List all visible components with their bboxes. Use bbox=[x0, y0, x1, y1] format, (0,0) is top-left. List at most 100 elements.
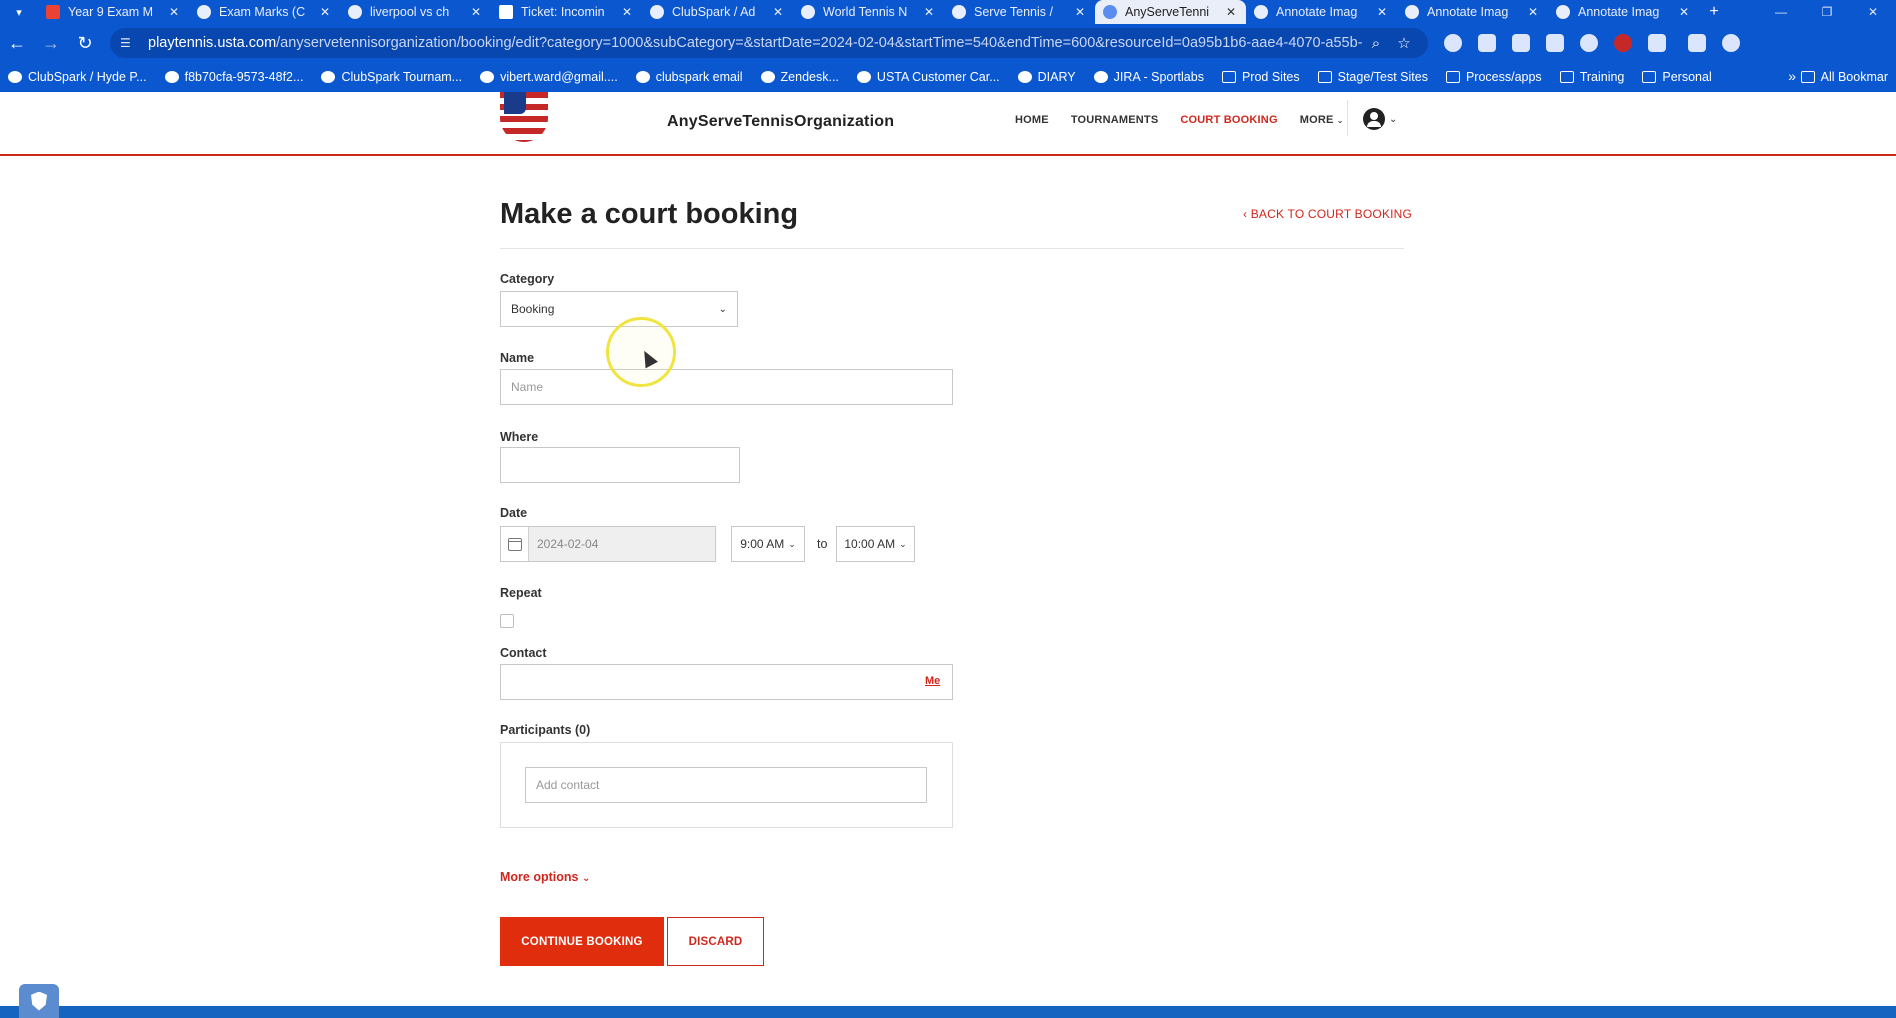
bookmark-label: All Bookmar bbox=[1820, 70, 1888, 84]
start-time-select[interactable]: 9:00 AM ⌄ bbox=[731, 526, 805, 562]
extension-icon[interactable] bbox=[1546, 34, 1564, 52]
bookmark-folder[interactable]: Stage/Test Sites bbox=[1317, 70, 1428, 84]
close-icon[interactable]: ✕ bbox=[318, 5, 332, 19]
organization-name[interactable]: AnyServeTennisOrganization bbox=[667, 113, 894, 131]
side-panel-icon[interactable] bbox=[1688, 34, 1706, 52]
user-menu[interactable]: ⌄ bbox=[1363, 108, 1397, 130]
nav-home[interactable]: HOME bbox=[1015, 114, 1049, 126]
tab-title: liverpool vs ch bbox=[370, 5, 450, 19]
where-input[interactable] bbox=[500, 447, 740, 483]
extension-icon[interactable] bbox=[1614, 34, 1632, 52]
browser-tab[interactable]: Serve Tennis / ✕ bbox=[944, 0, 1095, 24]
back-to-court-booking-link[interactable]: ‹ BACK TO COURT BOOKING bbox=[1243, 207, 1412, 221]
close-icon[interactable]: ✕ bbox=[469, 5, 483, 19]
calendar-button[interactable] bbox=[501, 527, 529, 561]
nav-court-booking[interactable]: COURT BOOKING bbox=[1180, 114, 1277, 126]
close-icon[interactable]: ✕ bbox=[1073, 5, 1087, 19]
add-contact-input[interactable]: Add contact bbox=[525, 767, 927, 803]
extension-icon[interactable] bbox=[1444, 34, 1462, 52]
zoom-icon[interactable]: ⌕ bbox=[1362, 35, 1390, 52]
divider bbox=[500, 248, 1404, 249]
organization-logo[interactable] bbox=[500, 92, 548, 142]
folder-icon bbox=[1221, 71, 1236, 83]
folder-icon bbox=[1317, 71, 1332, 83]
end-time-select[interactable]: 10:00 AM ⌄ bbox=[836, 526, 915, 562]
bookmark-item[interactable]: vibert.ward@gmail.... bbox=[480, 70, 618, 84]
address-bar[interactable]: ☰ playtennis.usta.com /anyservetennisorg… bbox=[110, 28, 1428, 58]
minimize-icon[interactable]: — bbox=[1758, 5, 1804, 19]
back-icon[interactable]: ← bbox=[0, 33, 34, 54]
continue-booking-button[interactable]: CONTINUE BOOKING bbox=[500, 917, 664, 966]
close-icon[interactable]: ✕ bbox=[771, 5, 785, 19]
close-icon[interactable]: ✕ bbox=[922, 5, 936, 19]
new-tab-button[interactable]: + bbox=[1699, 3, 1729, 21]
site-icon bbox=[8, 71, 22, 83]
extension-icons bbox=[1436, 34, 1748, 52]
more-options-toggle[interactable]: More options ⌄ bbox=[500, 870, 590, 884]
repeat-checkbox[interactable] bbox=[500, 614, 514, 628]
more-bookmarks-button[interactable]: » bbox=[1788, 68, 1796, 84]
close-icon[interactable]: ✕ bbox=[1224, 5, 1238, 19]
folder-icon bbox=[1642, 71, 1657, 83]
reload-icon[interactable]: ↻ bbox=[68, 33, 102, 54]
tab-title: Annotate Imag bbox=[1276, 5, 1358, 19]
nav-tournaments[interactable]: TOURNAMENTS bbox=[1071, 114, 1159, 126]
browser-tab[interactable]: Annotate Imag ✕ bbox=[1246, 0, 1397, 24]
bookmark-folder[interactable]: Personal bbox=[1642, 70, 1712, 84]
chrome-icon bbox=[1556, 5, 1570, 19]
bookmark-item[interactable]: JIRA - Sportlabs bbox=[1093, 70, 1204, 84]
browser-tab-active[interactable]: AnyServeTenni ✕ bbox=[1095, 0, 1246, 24]
discard-button[interactable]: DISCARD bbox=[667, 917, 764, 966]
browser-tab[interactable]: World Tennis N ✕ bbox=[793, 0, 944, 24]
restore-icon[interactable]: ❐ bbox=[1804, 5, 1850, 19]
browser-tab-strip: ▾ Year 9 Exam M ✕ Exam Marks (C ✕ liverpoo… bbox=[0, 0, 1896, 24]
nav-more[interactable]: MORE ⌄ bbox=[1300, 114, 1344, 126]
browser-tab[interactable]: Exam Marks (C ✕ bbox=[189, 0, 340, 24]
bookmark-item[interactable]: ClubSpark / Hyde P... bbox=[8, 70, 147, 84]
browser-tab[interactable]: ClubSpark / Ad ✕ bbox=[642, 0, 793, 24]
tab-title: Annotate Imag bbox=[1578, 5, 1660, 19]
category-select[interactable]: Booking ⌄ bbox=[500, 291, 738, 327]
bookmark-item[interactable]: USTA Customer Car... bbox=[856, 70, 1000, 84]
browser-tab[interactable]: Year 9 Exam M ✕ bbox=[38, 0, 189, 24]
browser-tab[interactable]: Annotate Imag ✕ bbox=[1548, 0, 1699, 24]
profile-icon[interactable] bbox=[1722, 34, 1740, 52]
close-window-icon[interactable]: ✕ bbox=[1850, 5, 1896, 19]
me-link[interactable]: Me bbox=[925, 675, 940, 687]
bookmark-item[interactable]: DIARY bbox=[1017, 70, 1076, 84]
close-icon[interactable]: ✕ bbox=[620, 5, 634, 19]
bookmark-star-icon[interactable]: ☆ bbox=[1390, 34, 1418, 52]
browser-tab[interactable]: liverpool vs ch ✕ bbox=[340, 0, 491, 24]
browser-tab[interactable]: Annotate Imag ✕ bbox=[1397, 0, 1548, 24]
close-icon[interactable]: ✕ bbox=[1526, 5, 1540, 19]
bookmark-folder[interactable]: Process/apps bbox=[1445, 70, 1542, 84]
bookmark-item[interactable]: clubspark email bbox=[635, 70, 743, 84]
bookmark-item[interactable]: f8b70cfa-9573-48f2... bbox=[164, 70, 303, 84]
privacy-shield-button[interactable] bbox=[19, 984, 59, 1018]
name-input[interactable]: Name bbox=[500, 369, 953, 405]
tab-search-button[interactable]: ▾ bbox=[0, 0, 38, 24]
extension-icon[interactable] bbox=[1478, 34, 1496, 52]
bookmark-item[interactable]: ClubSpark Tournam... bbox=[321, 70, 462, 84]
category-value: Booking bbox=[511, 302, 555, 316]
chevron-down-icon: ⌄ bbox=[581, 873, 591, 884]
bookmark-label: vibert.ward@gmail.... bbox=[500, 70, 618, 84]
extension-icon[interactable] bbox=[1512, 34, 1530, 52]
browser-tab[interactable]: Ticket: Incomin ✕ bbox=[491, 0, 642, 24]
extension-icon[interactable] bbox=[1580, 34, 1598, 52]
bookmark-folder[interactable]: Training bbox=[1559, 70, 1624, 84]
all-bookmarks-button[interactable]: All Bookmar bbox=[1800, 70, 1888, 84]
bookmark-item[interactable]: Zendesk... bbox=[760, 70, 839, 84]
puzzle-icon[interactable] bbox=[1648, 34, 1666, 52]
bookmarks-bar: ClubSpark / Hyde P... f8b70cfa-9573-48f2… bbox=[0, 62, 1896, 92]
contact-input[interactable] bbox=[500, 664, 953, 700]
where-label: Where bbox=[500, 430, 539, 444]
date-input[interactable]: 2024-02-04 bbox=[500, 526, 716, 562]
bookmark-folder[interactable]: Prod Sites bbox=[1221, 70, 1300, 84]
site-info-icon[interactable]: ☰ bbox=[120, 36, 138, 50]
forward-icon[interactable]: → bbox=[34, 33, 68, 54]
github-icon bbox=[801, 5, 815, 19]
close-icon[interactable]: ✕ bbox=[167, 5, 181, 19]
close-icon[interactable]: ✕ bbox=[1677, 5, 1691, 19]
close-icon[interactable]: ✕ bbox=[1375, 5, 1389, 19]
